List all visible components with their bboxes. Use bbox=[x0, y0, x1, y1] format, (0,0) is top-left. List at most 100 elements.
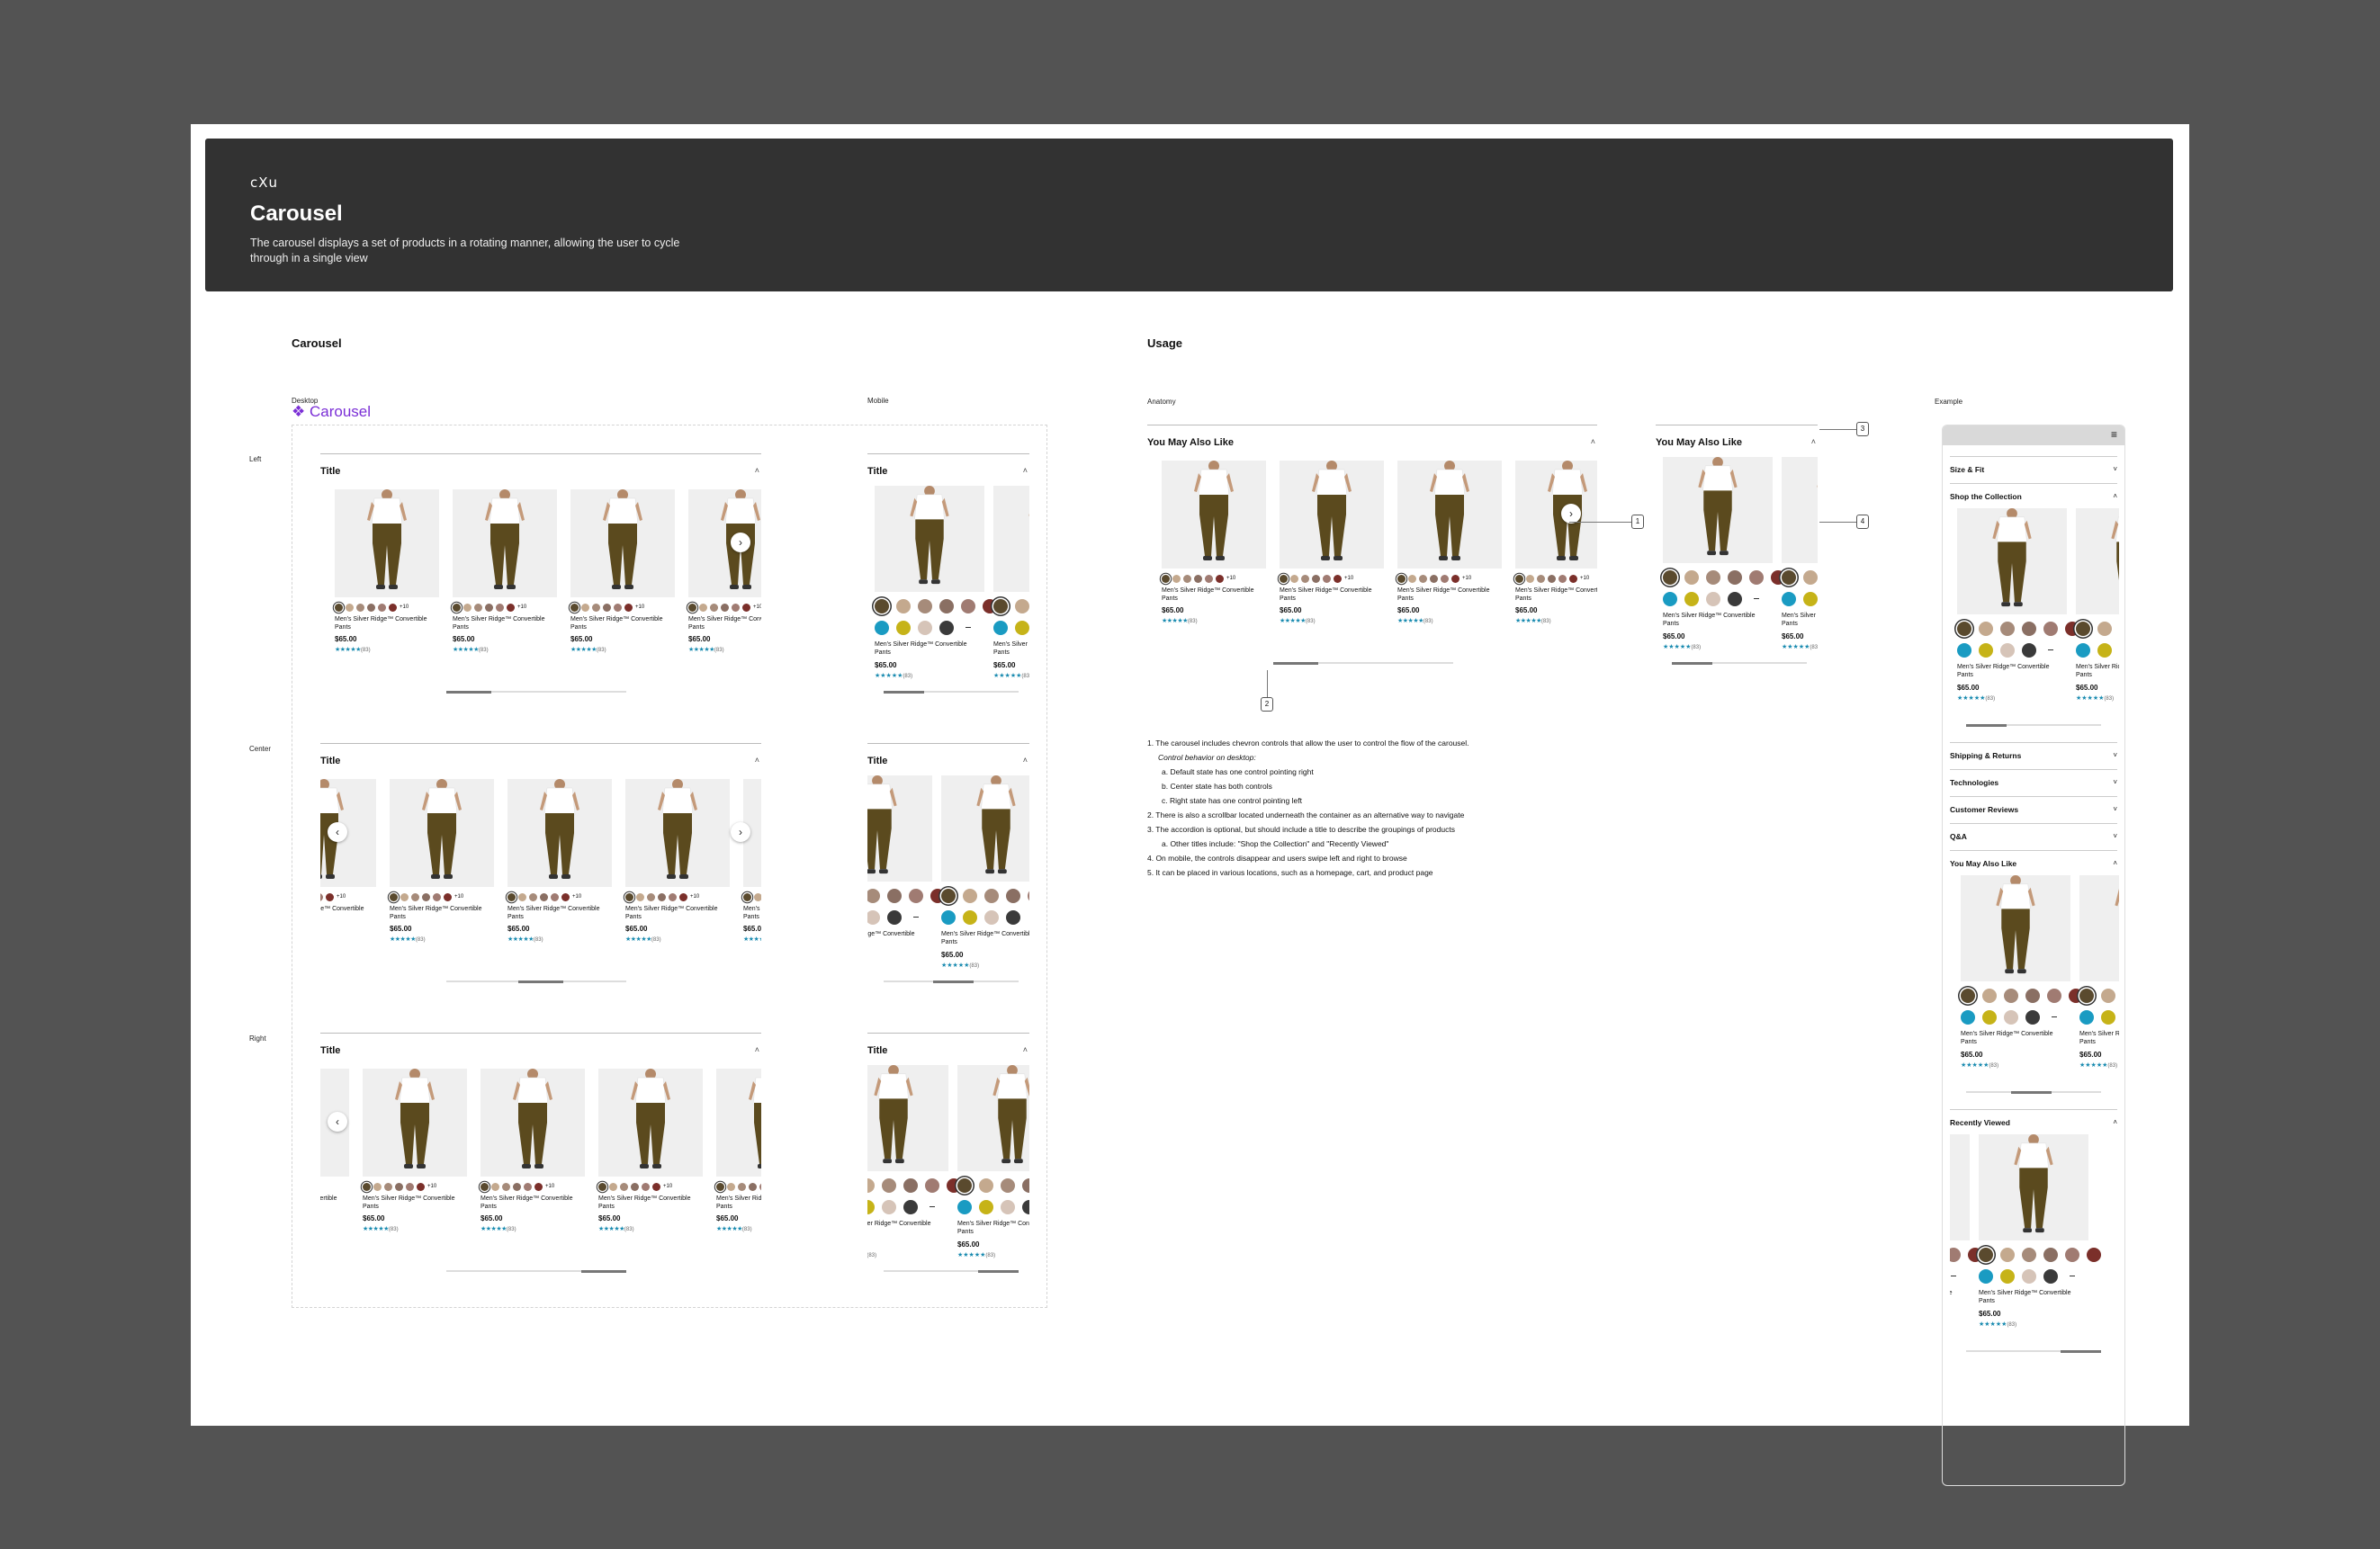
chevron-up-icon[interactable]: ˄ bbox=[1811, 437, 1816, 446]
product-card[interactable]: +10 Men's Silver Ridge™ Convertible Pants… bbox=[570, 489, 675, 653]
color-swatch[interactable] bbox=[592, 603, 600, 612]
color-swatch[interactable] bbox=[721, 603, 729, 612]
carousel-scrollbar[interactable] bbox=[1966, 1090, 2101, 1094]
color-swatch[interactable] bbox=[1022, 1178, 1029, 1193]
product-name[interactable]: Men's Silver Ridge™ Convertible Pants bbox=[363, 1195, 467, 1211]
color-swatch[interactable] bbox=[979, 1178, 993, 1193]
product-card[interactable]: +10 Men's Silver Ridge™ Convertible Pants… bbox=[1162, 461, 1266, 624]
color-swatch[interactable] bbox=[2000, 1248, 2015, 1262]
product-card[interactable]: Men's Silver Ridge™ Convertible Pants $65… bbox=[1961, 875, 2083, 1069]
color-swatch[interactable] bbox=[551, 892, 559, 901]
color-swatch[interactable] bbox=[363, 1182, 371, 1191]
color-swatch[interactable] bbox=[896, 621, 911, 635]
scrollbar-thumb[interactable] bbox=[446, 690, 491, 694]
color-swatch[interactable] bbox=[1548, 574, 1556, 583]
carousel-scrollbar[interactable] bbox=[884, 980, 1019, 983]
color-swatch[interactable] bbox=[609, 1182, 617, 1191]
product-card[interactable]: +10 Men's Silver Ridge™ Convertible Pants… bbox=[688, 489, 761, 653]
product-image[interactable] bbox=[570, 489, 675, 597]
accordion-title[interactable]: Title bbox=[867, 466, 887, 477]
product-image[interactable] bbox=[1979, 1134, 2088, 1240]
product-card[interactable]: +10 Men's Silver Ridge™ Convertible Pants… bbox=[453, 489, 557, 653]
color-swatch[interactable] bbox=[647, 892, 655, 901]
color-swatch[interactable] bbox=[738, 1182, 746, 1191]
color-swatch[interactable] bbox=[1684, 570, 1699, 585]
color-swatch[interactable] bbox=[979, 1200, 993, 1214]
more-swatches-icon[interactable] bbox=[1749, 592, 1764, 606]
color-swatch[interactable] bbox=[896, 599, 911, 613]
color-swatch[interactable] bbox=[2025, 1010, 2040, 1025]
color-swatch[interactable] bbox=[1015, 599, 1029, 613]
carousel-scrollbar[interactable] bbox=[1966, 1349, 2101, 1353]
color-swatch[interactable] bbox=[335, 603, 343, 612]
product-card[interactable]: +10 Men's Silver Ridge™ Convertible Pants… bbox=[507, 779, 612, 943]
color-swatch[interactable] bbox=[422, 892, 430, 901]
product-card[interactable]: Men's Silver Ridge™ Convertible Pants $65… bbox=[1950, 1134, 1982, 1328]
product-card[interactable]: Men's Silver Ridge™ Convertible Pants $65… bbox=[1782, 457, 1818, 650]
product-card[interactable]: Men's Silver Ridge™ Convertible Pants $65… bbox=[993, 486, 1029, 679]
scrollbar-thumb[interactable] bbox=[1966, 723, 2007, 727]
product-name[interactable]: Men's Silver Ridge™ Convertible Pants bbox=[1782, 612, 1818, 628]
product-image[interactable] bbox=[335, 489, 439, 597]
color-swatch[interactable] bbox=[389, 603, 397, 612]
color-swatch[interactable] bbox=[463, 603, 472, 612]
color-swatch[interactable] bbox=[2079, 989, 2094, 1003]
color-swatch[interactable] bbox=[742, 603, 750, 612]
product-card[interactable]: Men's Silver Ridge™ Convertible Pants $65… bbox=[875, 486, 997, 679]
color-swatch[interactable] bbox=[1950, 1248, 1961, 1262]
more-swatches-icon[interactable] bbox=[961, 621, 975, 635]
color-swatch[interactable] bbox=[642, 1182, 650, 1191]
color-swatch[interactable] bbox=[540, 892, 548, 901]
accordion-title[interactable]: Title bbox=[320, 756, 340, 766]
color-swatch[interactable] bbox=[984, 889, 999, 903]
color-swatch[interactable] bbox=[727, 1182, 735, 1191]
product-name[interactable]: Men's Silver Ridge™ Convertible Pants bbox=[390, 905, 494, 921]
color-swatch[interactable] bbox=[1290, 574, 1298, 583]
color-swatch[interactable] bbox=[1728, 592, 1742, 606]
chevron-up-icon[interactable]: ˄ bbox=[1023, 756, 1028, 765]
chevron-left-icon[interactable]: ‹ bbox=[328, 1112, 347, 1132]
color-swatch[interactable] bbox=[1194, 574, 1202, 583]
product-card[interactable]: Men's Silver Ridge™ Convertible Pants $65… bbox=[2076, 508, 2119, 702]
color-swatch[interactable] bbox=[518, 892, 526, 901]
color-swatch[interactable] bbox=[620, 1182, 628, 1191]
color-swatch[interactable] bbox=[2101, 989, 2115, 1003]
color-swatch[interactable] bbox=[716, 1182, 724, 1191]
color-swatch[interactable] bbox=[1663, 570, 1677, 585]
color-swatch[interactable] bbox=[882, 1200, 896, 1214]
product-name[interactable]: Men's Silver Ridge™ Convertible Pants bbox=[941, 930, 1029, 946]
product-image[interactable] bbox=[957, 1065, 1029, 1171]
color-swatch[interactable] bbox=[1957, 622, 1971, 636]
color-swatch[interactable] bbox=[2065, 1248, 2079, 1262]
color-swatch[interactable] bbox=[1537, 574, 1545, 583]
product-name[interactable]: Men's Silver Ridge™ Convertible Pants bbox=[1280, 586, 1384, 603]
product-card[interactable]: +10 Men's Silver Ridge™ Convertible Pants… bbox=[625, 779, 730, 943]
product-card[interactable]: +10 Men's Silver Ridge™ Convertible Pants… bbox=[390, 779, 494, 943]
color-swatch[interactable] bbox=[1749, 570, 1764, 585]
accordion-title[interactable]: Title bbox=[867, 756, 887, 766]
accordion-row[interactable]: Customer Reviews ˅ bbox=[1950, 796, 2117, 823]
product-image[interactable] bbox=[2079, 875, 2119, 981]
accordion-chevron-icon[interactable]: ˄ bbox=[2113, 1110, 2117, 1135]
product-image[interactable] bbox=[453, 489, 557, 597]
color-swatch[interactable] bbox=[699, 603, 707, 612]
product-name[interactable]: Men's Silver Ridge™ Convertible Pants bbox=[1162, 586, 1266, 603]
product-image[interactable] bbox=[1957, 508, 2067, 614]
carousel-scrollbar[interactable] bbox=[884, 1269, 1019, 1273]
product-image[interactable] bbox=[363, 1069, 467, 1177]
carousel-scrollbar[interactable] bbox=[446, 690, 626, 694]
color-swatch[interactable] bbox=[1961, 1010, 1975, 1025]
accordion-title[interactable]: Title bbox=[320, 466, 340, 477]
color-swatch[interactable] bbox=[867, 1200, 875, 1214]
product-card[interactable]: +10 Men's Silver Ridge™ Convertible Pants… bbox=[716, 1069, 761, 1232]
accordion-row[interactable]: Shipping & Returns ˅ bbox=[1950, 742, 2117, 769]
color-swatch[interactable] bbox=[2043, 622, 2058, 636]
color-swatch[interactable] bbox=[524, 1182, 532, 1191]
more-swatches-icon[interactable] bbox=[2047, 1010, 2061, 1025]
product-image[interactable] bbox=[993, 486, 1029, 592]
color-swatch[interactable] bbox=[941, 910, 956, 925]
product-name[interactable]: Men's Silver Ridge™ Convertible Pants bbox=[2076, 663, 2119, 679]
color-swatch[interactable] bbox=[1782, 570, 1796, 585]
accordion-row[interactable]: Size & Fit ˅ bbox=[1950, 456, 2117, 483]
color-swatch[interactable] bbox=[444, 892, 452, 901]
